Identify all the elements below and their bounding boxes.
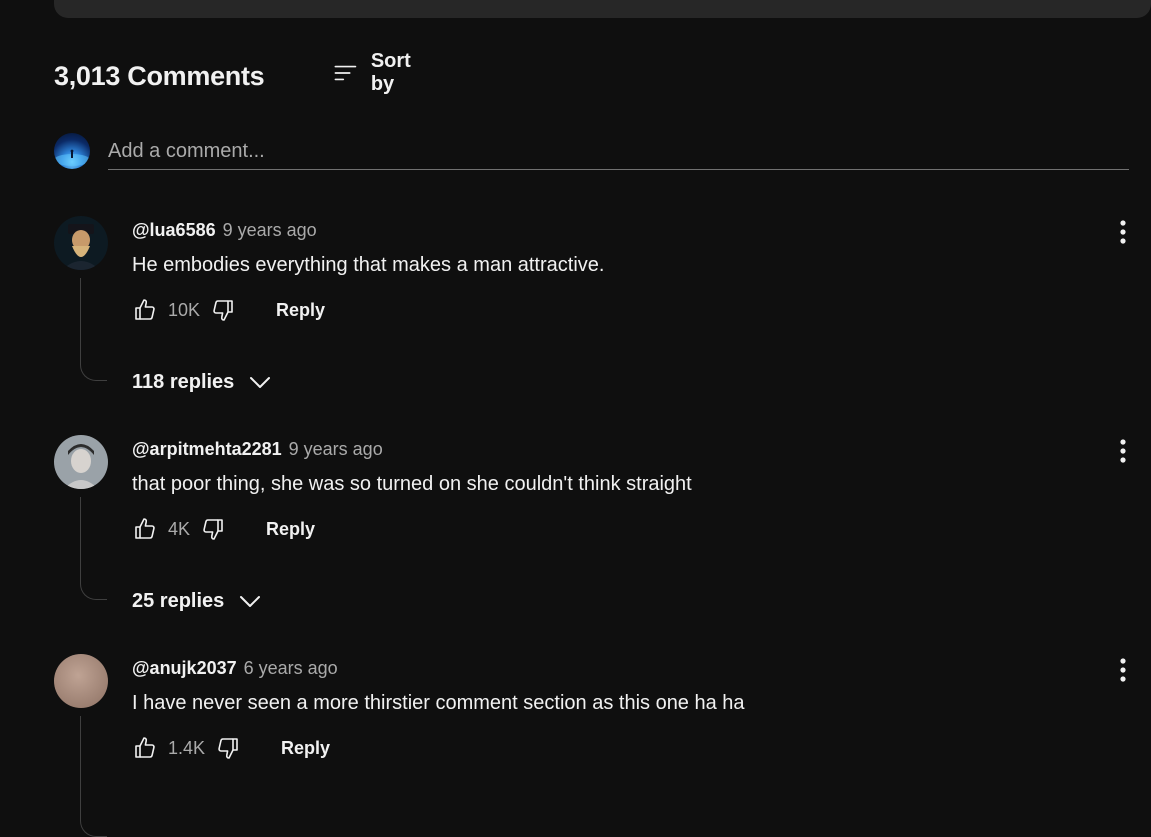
- comment-text: I have never seen a more thirstier comme…: [132, 692, 745, 714]
- thumbs-down-icon: [218, 738, 238, 759]
- comment-author[interactable]: @arpitmehta2281: [132, 439, 282, 459]
- comment-time[interactable]: 6 years ago: [244, 658, 338, 678]
- commenter-avatar[interactable]: [54, 435, 108, 489]
- thread-line: [80, 278, 107, 381]
- comment-time[interactable]: 9 years ago: [289, 439, 383, 459]
- more-options-button[interactable]: [1112, 218, 1134, 246]
- description-box-edge: [54, 0, 1151, 18]
- thumbs-down-icon: [213, 300, 233, 321]
- dislike-button[interactable]: [210, 297, 236, 323]
- comment-author[interactable]: @anujk2037: [132, 658, 237, 678]
- more-vertical-icon: [1120, 439, 1126, 463]
- dislike-button[interactable]: [200, 516, 226, 542]
- comment-meta: @arpitmehta2281 9 years ago: [132, 439, 383, 460]
- sort-by-button[interactable]: Sort by: [334, 50, 420, 95]
- like-button[interactable]: [132, 516, 158, 542]
- like-count: 10K: [168, 299, 201, 320]
- add-comment-row: [54, 133, 1129, 171]
- user-avatar[interactable]: [54, 133, 90, 169]
- comment-text: He embodies everything that makes a man …: [132, 254, 605, 276]
- like-button[interactable]: [132, 735, 158, 761]
- thumbs-down-icon: [203, 519, 223, 540]
- comment-thread: @anujk2037 6 years ago I have never seen…: [54, 654, 1151, 837]
- sort-by-label: Sort by: [370, 50, 411, 95]
- reply-button[interactable]: Reply: [281, 738, 330, 759]
- comment-actions: 1.4K Reply: [132, 734, 330, 762]
- thumbs-up-icon: [135, 737, 155, 758]
- comment-meta: @lua6586 9 years ago: [132, 220, 317, 241]
- thread-line: [80, 716, 107, 837]
- comment-thread: @lua6586 9 years ago He embodies everyth…: [54, 216, 1151, 393]
- comment-author[interactable]: @lua6586: [132, 220, 216, 240]
- comment-count: 3,013 Comments: [54, 60, 265, 91]
- commenter-avatar[interactable]: [54, 654, 108, 708]
- comment-actions: 4K Reply: [132, 515, 315, 543]
- view-replies-button[interactable]: 118 replies: [132, 370, 272, 394]
- chevron-down-icon: [240, 596, 261, 607]
- comment-meta: @anujk2037 6 years ago: [132, 658, 338, 679]
- replies-label: 25 replies: [132, 589, 225, 612]
- chevron-down-icon: [250, 377, 271, 388]
- comment-text: that poor thing, she was so turned on sh…: [132, 473, 692, 495]
- reply-button[interactable]: Reply: [276, 300, 325, 321]
- like-count: 4K: [168, 518, 191, 539]
- more-options-button[interactable]: [1112, 437, 1134, 465]
- thumbs-up-icon: [135, 518, 155, 539]
- comment-thread: @arpitmehta2281 9 years ago that poor th…: [54, 435, 1151, 612]
- reply-button[interactable]: Reply: [266, 519, 315, 540]
- replies-label: 118 replies: [132, 370, 235, 393]
- sort-icon: [334, 65, 357, 81]
- view-replies-button[interactable]: 25 replies: [132, 589, 262, 613]
- thumbs-up-icon: [135, 299, 155, 320]
- like-count: 1.4K: [168, 737, 206, 758]
- dislike-button[interactable]: [215, 735, 241, 761]
- more-vertical-icon: [1120, 220, 1126, 244]
- thread-line: [80, 497, 107, 600]
- add-comment-input[interactable]: [108, 133, 1129, 170]
- comment-time[interactable]: 9 years ago: [223, 220, 317, 240]
- comments-header: 3,013 Comments Sort by: [54, 50, 411, 96]
- more-vertical-icon: [1120, 658, 1126, 682]
- like-button[interactable]: [132, 297, 158, 323]
- more-options-button[interactable]: [1112, 656, 1134, 684]
- commenter-avatar[interactable]: [54, 216, 108, 270]
- comment-actions: 10K Reply: [132, 296, 325, 324]
